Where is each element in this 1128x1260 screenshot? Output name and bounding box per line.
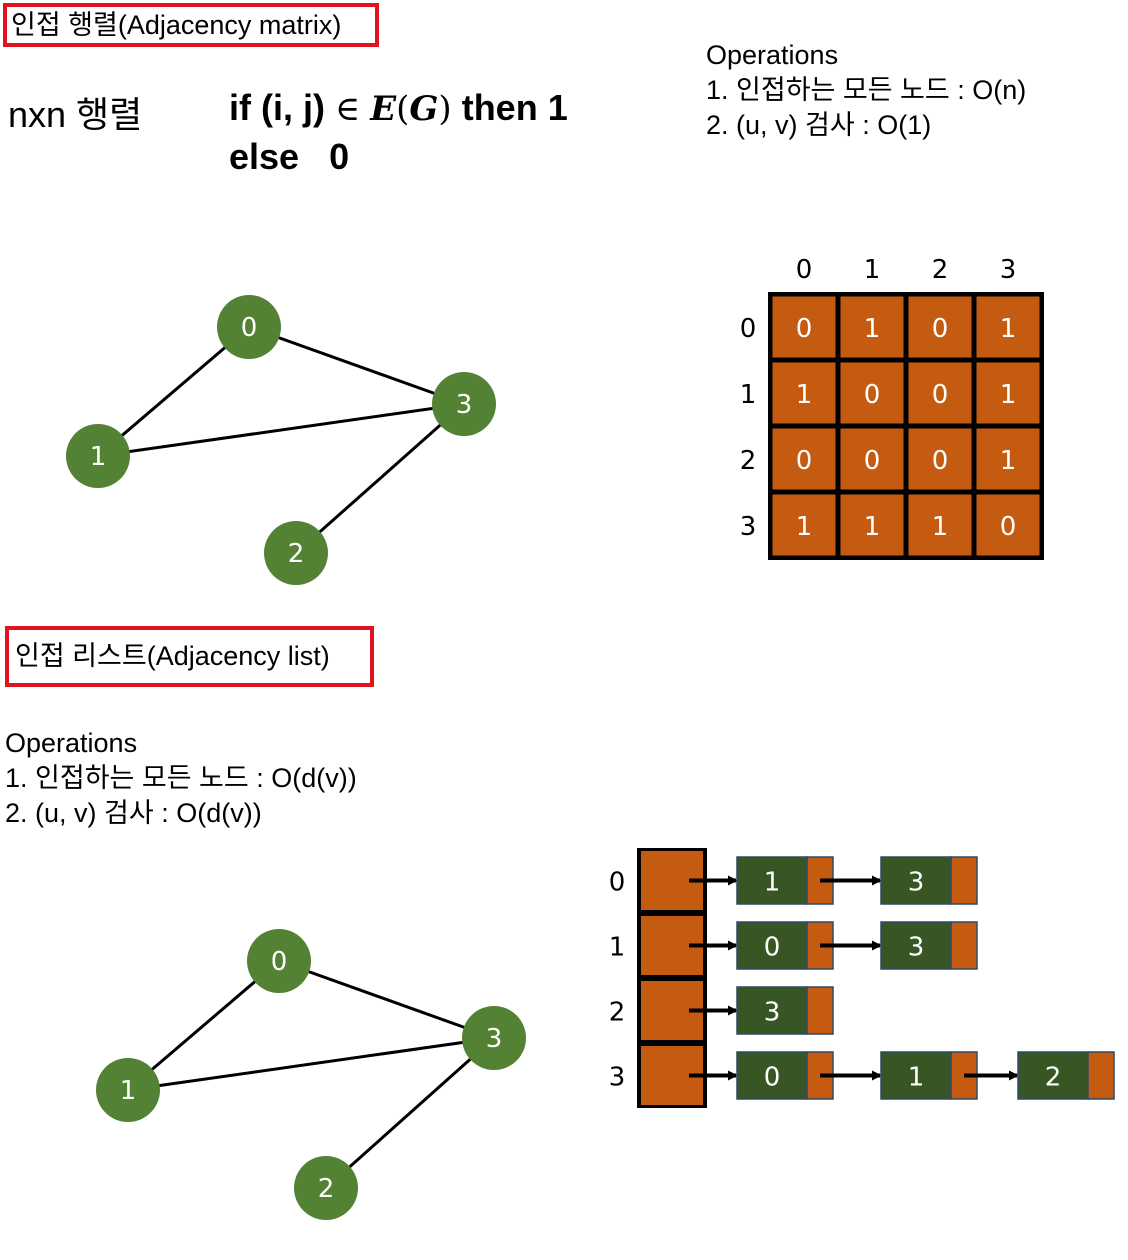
- matrix-column-label: 3: [1000, 255, 1017, 285]
- list-node-pointer-cell: [950, 856, 978, 905]
- list-node-pointer-cell: [950, 921, 978, 970]
- adjacency-matrix: 0 1 0 1 1 0 0 1 0 0 0 1 1 1 1 0 0 1 2 3 0 1 2 3: [740, 255, 1044, 560]
- matrix-row-label: 3: [740, 512, 757, 542]
- graph-edge: [97, 402, 465, 458]
- list-node-value: 3: [764, 998, 781, 1028]
- graph-node-label: 1: [120, 1076, 137, 1106]
- list-node-value: 1: [908, 1063, 925, 1093]
- matrix-cell-value: 1: [1000, 380, 1017, 410]
- matrix-cell-value: 0: [864, 446, 881, 476]
- matrix-column-label: 1: [864, 255, 881, 285]
- matrix-cell-value: 0: [864, 380, 881, 410]
- matrix-cell-value: 1: [864, 314, 881, 344]
- graph-node-label: 0: [241, 313, 258, 343]
- list-node-pointer-cell: [806, 986, 834, 1035]
- list-vertex-label: 2: [609, 998, 626, 1028]
- graph-edge: [127, 1036, 495, 1092]
- matrix-cell-value: 1: [796, 512, 813, 542]
- list-node-value: 3: [908, 868, 925, 898]
- matrix-cell-value: 0: [932, 314, 949, 344]
- matrix-row-label: 1: [740, 380, 757, 410]
- matrix-row-label: 2: [740, 446, 757, 476]
- list-vertex-label: 1: [609, 933, 626, 963]
- diagram-canvas: 0123 0123 0 1 0 11 0 0 10 0 0 11 1 1 00 1 2 30123 0 1 31 0…: [66, 255, 1115, 1220]
- matrix-cell-value: 0: [1000, 512, 1017, 542]
- list-node-pointer-cell: [1087, 1051, 1115, 1100]
- list-node-value: 0: [764, 933, 781, 963]
- matrix-cell-value: 0: [932, 446, 949, 476]
- matrix-column-label: 2: [932, 255, 949, 285]
- graph-edge: [295, 402, 465, 555]
- graph-edge: [278, 959, 495, 1040]
- list-node-value: 0: [764, 1063, 781, 1093]
- list-vertex-label: 0: [609, 868, 626, 898]
- adjacency-list: 0 1 3 1 0 3 2 3 3 0 1 2: [609, 848, 1115, 1108]
- graph-top: 0 1 2 3: [66, 295, 496, 585]
- matrix-cell-value: 1: [932, 512, 949, 542]
- list-vertex-label: 3: [609, 1063, 626, 1093]
- graph-edge: [248, 325, 465, 406]
- list-node-value: 2: [1045, 1063, 1062, 1093]
- graph-node-label: 1: [90, 442, 107, 472]
- matrix-cell-value: 1: [796, 380, 813, 410]
- graph-node-label: 2: [288, 539, 305, 569]
- graph-node-label: 0: [271, 947, 288, 977]
- matrix-column-label: 0: [796, 255, 813, 285]
- matrix-cell-value: 0: [796, 446, 813, 476]
- matrix-row-label: 0: [740, 314, 757, 344]
- graph-node-label: 3: [486, 1024, 503, 1054]
- graph-node-label: 2: [318, 1174, 335, 1204]
- graph-node-label: 3: [456, 390, 473, 420]
- matrix-cell-value: 1: [1000, 446, 1017, 476]
- matrix-cell-value: 0: [932, 380, 949, 410]
- list-node-value: 1: [764, 868, 781, 898]
- graph-edge: [325, 1036, 495, 1190]
- graph-bottom: 0 1 2 3: [96, 929, 526, 1220]
- matrix-cell-value: 1: [1000, 314, 1017, 344]
- list-node-value: 3: [908, 933, 925, 963]
- matrix-cell-value: 1: [864, 512, 881, 542]
- matrix-cell-value: 0: [796, 314, 813, 344]
